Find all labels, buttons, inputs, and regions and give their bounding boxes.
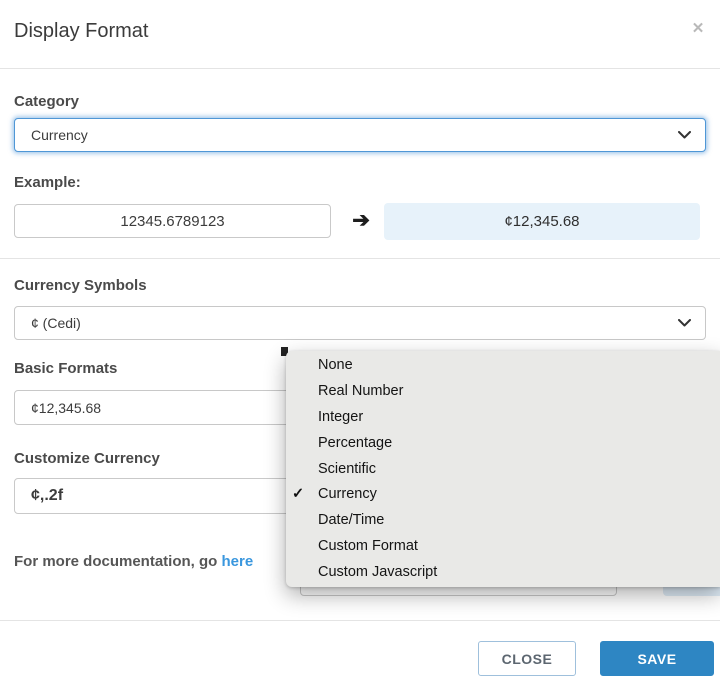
customize-currency-label: Customize Currency xyxy=(14,450,160,467)
page-title: Display Format xyxy=(14,20,148,43)
category-select-value: Currency xyxy=(31,127,678,143)
display-format-dialog: { "dialog": { "title": "Display Format",… xyxy=(0,0,720,694)
docs-here-link[interactable]: here xyxy=(222,553,254,570)
menu-item-integer[interactable]: Integer xyxy=(286,405,720,431)
menu-item-none[interactable]: None xyxy=(286,353,720,379)
checkmark-icon: ✓ xyxy=(292,482,304,508)
section-divider xyxy=(0,258,720,259)
save-button[interactable]: SAVE xyxy=(600,641,714,676)
arrow-right-icon: ➔ xyxy=(344,208,378,233)
menu-item-date-time[interactable]: Date/Time xyxy=(286,508,720,534)
menu-item-currency[interactable]: ✓ Currency xyxy=(286,482,720,508)
close-icon[interactable]: ✕ xyxy=(686,16,710,40)
category-label: Category xyxy=(14,93,79,110)
currency-symbols-select[interactable]: ¢ (Cedi) xyxy=(14,306,706,340)
example-label: Example: xyxy=(14,174,81,191)
menu-item-scientific[interactable]: Scientific xyxy=(286,457,720,483)
currency-symbols-label: Currency Symbols xyxy=(14,277,147,294)
docs-text: For more documentation, go here xyxy=(14,553,253,570)
footer-divider xyxy=(0,620,720,621)
menu-item-percentage[interactable]: Percentage xyxy=(286,431,720,457)
currency-symbols-value: ¢ (Cedi) xyxy=(31,315,678,331)
docs-text-prefix: For more documentation, go xyxy=(14,553,222,570)
menu-item-custom-javascript[interactable]: Custom Javascript xyxy=(286,560,720,586)
basic-formats-label: Basic Formats xyxy=(14,360,117,377)
category-select[interactable]: Currency xyxy=(14,118,706,152)
chevron-down-icon xyxy=(678,131,691,139)
category-dropdown-menu: None Real Number Integer Percentage Scie… xyxy=(286,351,720,587)
close-button[interactable]: CLOSE xyxy=(478,641,576,676)
menu-item-custom-format[interactable]: Custom Format xyxy=(286,534,720,560)
example-result: ¢12,345.68 xyxy=(384,203,700,240)
example-input[interactable] xyxy=(14,204,331,238)
header-divider xyxy=(0,68,720,69)
chevron-down-icon xyxy=(678,319,691,327)
menu-item-real-number[interactable]: Real Number xyxy=(286,379,720,405)
